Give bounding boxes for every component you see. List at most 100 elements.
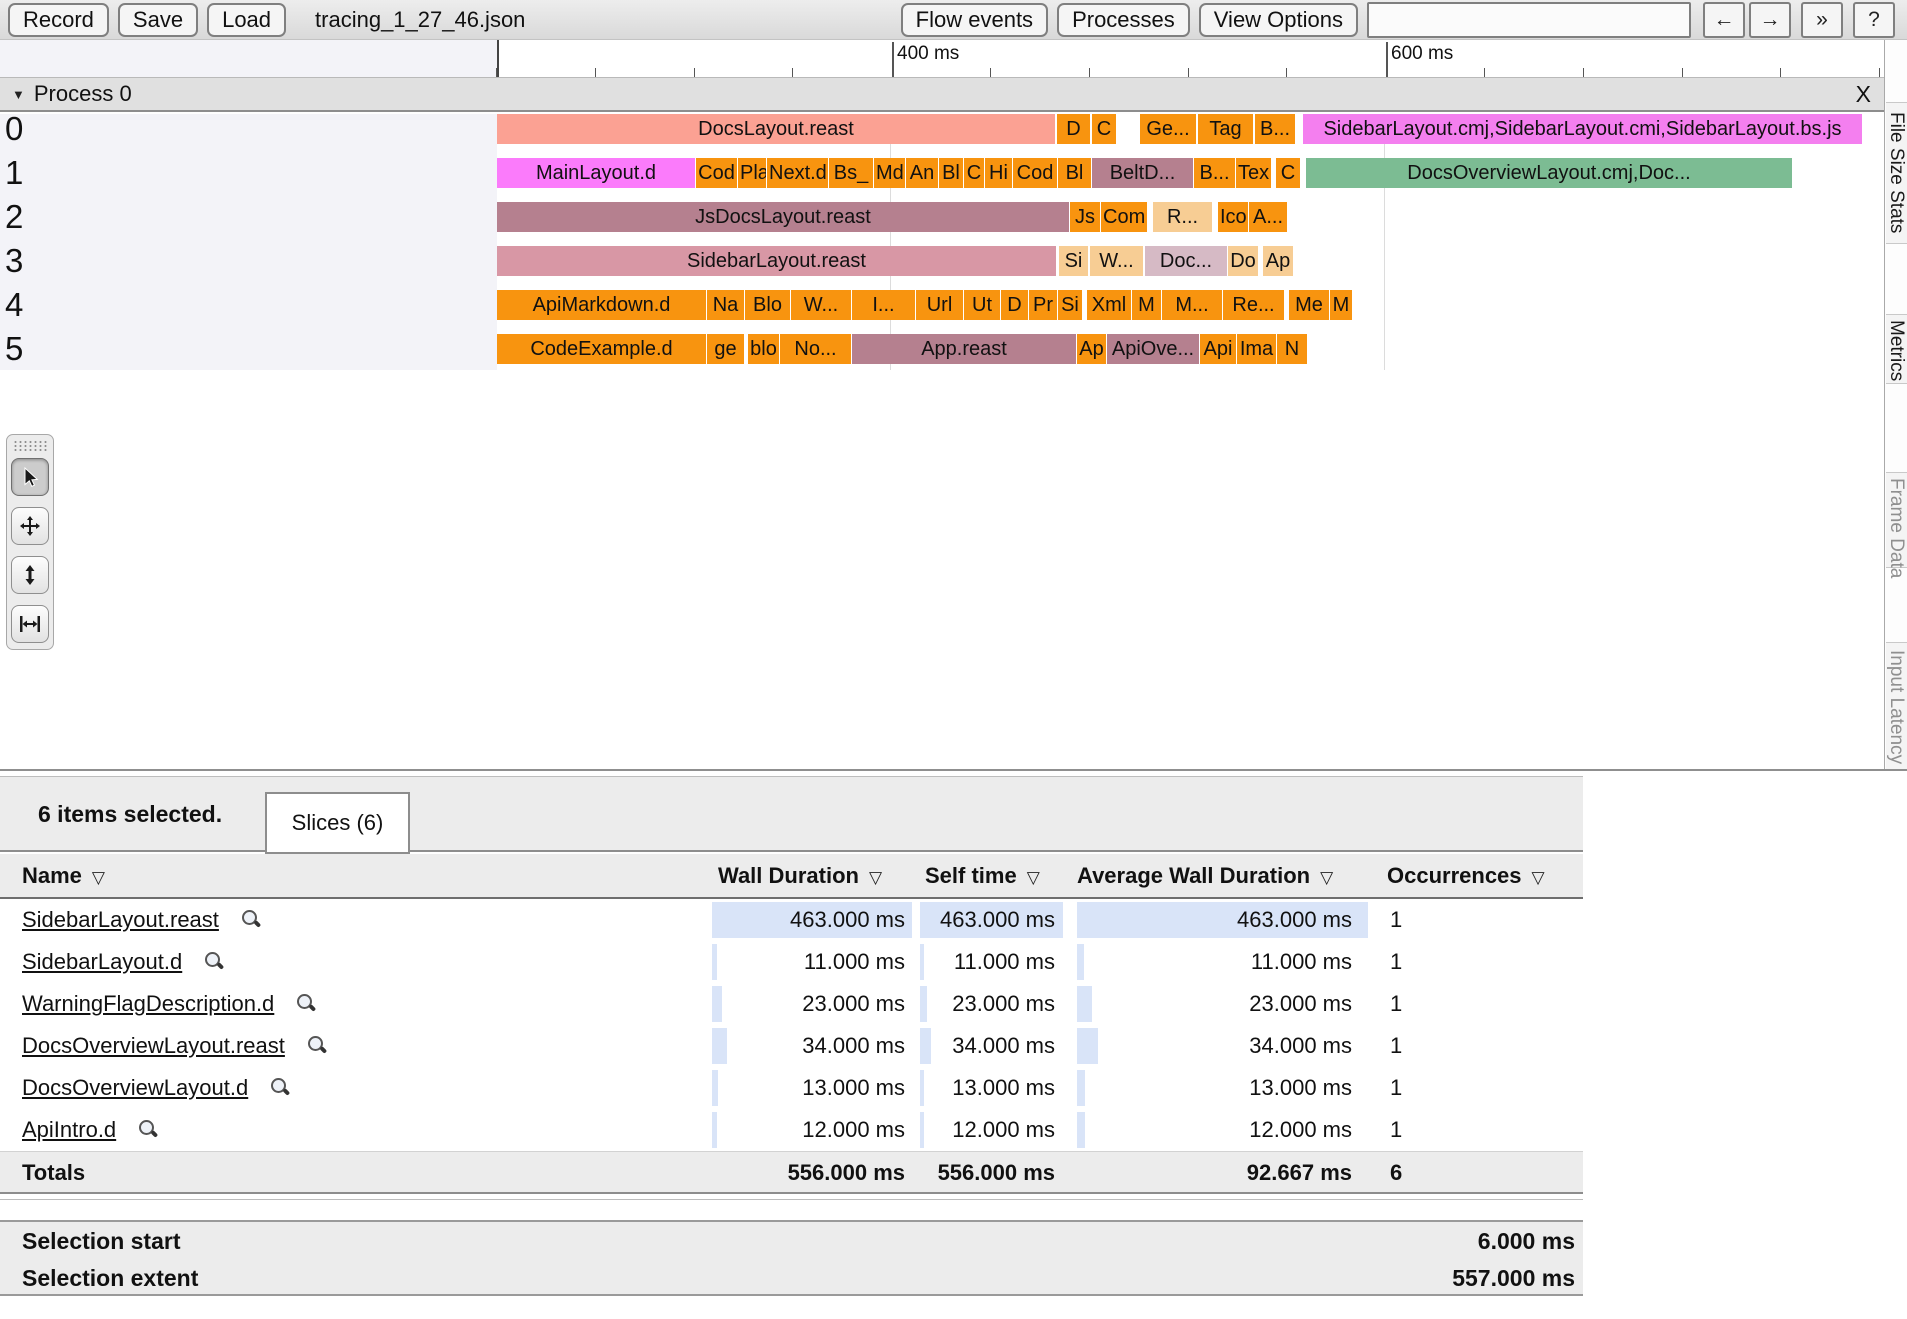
flame-slice[interactable]: Url <box>916 290 963 320</box>
flame-slice[interactable]: N <box>1277 334 1307 364</box>
column-header-name[interactable]: Name▽ <box>22 863 105 889</box>
flame-slice[interactable]: DocsOverviewLayout.cmj,Doc... <box>1306 158 1792 188</box>
flame-slice[interactable]: Pla <box>738 158 766 188</box>
slice-name-link[interactable]: DocsOverviewLayout.d <box>22 1075 290 1101</box>
flame-slice[interactable]: B... <box>1194 158 1235 188</box>
flame-slice[interactable]: Tag <box>1198 114 1253 144</box>
flame-slice[interactable]: C <box>964 158 984 188</box>
record-button[interactable]: Record <box>8 3 109 37</box>
magnifier-icon[interactable] <box>241 909 261 929</box>
flame-slice[interactable]: Bl <box>939 158 963 188</box>
flame-slice[interactable]: Si <box>1058 290 1082 320</box>
flame-slice[interactable]: blo <box>748 334 779 364</box>
flame-slice[interactable]: Me <box>1289 290 1329 320</box>
flame-slice[interactable]: M... <box>1162 290 1222 320</box>
flame-slice[interactable]: ge <box>707 334 744 364</box>
side-tab-frame-data[interactable]: Frame Data <box>1886 472 1907 568</box>
pan-tool-button[interactable] <box>11 507 49 545</box>
flame-slice[interactable]: Api <box>1200 334 1236 364</box>
flame-slice[interactable]: B... <box>1255 114 1295 144</box>
flame-slice[interactable]: ApiOve... <box>1107 334 1199 364</box>
processes-button[interactable]: Processes <box>1057 3 1190 37</box>
flow-events-button[interactable]: Flow events <box>901 3 1048 37</box>
flame-slice[interactable]: Md <box>874 158 905 188</box>
flame-slice[interactable]: Ico <box>1218 202 1248 232</box>
flame-slice[interactable]: D <box>1057 114 1090 144</box>
flame-slice[interactable]: MainLayout.d <box>497 158 695 188</box>
flame-slice[interactable]: An <box>906 158 938 188</box>
flame-slice[interactable]: Ap <box>1077 334 1106 364</box>
flame-slice[interactable]: Ge... <box>1140 114 1196 144</box>
find-next-button[interactable]: → <box>1749 2 1791 38</box>
flame-slice[interactable]: C <box>1092 114 1116 144</box>
side-tab-file-size-stats[interactable]: File Size Stats <box>1886 102 1907 244</box>
flame-slice[interactable]: JsDocsLayout.reast <box>497 202 1069 232</box>
column-header-occurrences[interactable]: Occurrences▽ <box>1387 863 1545 889</box>
flame-slice[interactable]: C <box>1276 158 1300 188</box>
view-options-button[interactable]: View Options <box>1199 3 1358 37</box>
flame-slice[interactable]: D <box>1001 290 1028 320</box>
flame-slice[interactable]: Do <box>1228 246 1258 276</box>
flame-slice[interactable]: Cod <box>1013 158 1057 188</box>
flame-slice[interactable]: W... <box>791 290 851 320</box>
flame-slice[interactable]: Tex <box>1236 158 1271 188</box>
flame-slice[interactable]: SidebarLayout.reast <box>497 246 1056 276</box>
find-previous-button[interactable]: ← <box>1703 2 1745 38</box>
column-header-average-wall-duration[interactable]: Average Wall Duration▽ <box>1077 863 1333 889</box>
column-header-wall-duration[interactable]: Wall Duration▽ <box>718 863 882 889</box>
flame-slice[interactable]: Bl <box>1058 158 1091 188</box>
flame-slice[interactable]: Si <box>1059 246 1088 276</box>
flame-slice[interactable]: Next.d <box>767 158 828 188</box>
flame-slice[interactable]: Re... <box>1223 290 1284 320</box>
timing-tool-button[interactable] <box>11 605 49 643</box>
process-close-button[interactable]: X <box>1850 80 1877 109</box>
flame-slice[interactable]: M <box>1330 290 1352 320</box>
flame-slice[interactable]: CodeExample.d <box>497 334 706 364</box>
search-input[interactable] <box>1367 2 1691 38</box>
flame-slice[interactable]: Blo <box>745 290 790 320</box>
magnifier-icon[interactable] <box>204 951 224 971</box>
save-button[interactable]: Save <box>118 3 198 37</box>
flame-slice[interactable]: A... <box>1249 202 1287 232</box>
flame-slice[interactable]: Hi <box>985 158 1012 188</box>
flame-slice[interactable]: Pr <box>1029 290 1057 320</box>
magnifier-icon[interactable] <box>270 1077 290 1097</box>
palette-grip-handle[interactable] <box>13 440 47 451</box>
flame-slice[interactable]: Com <box>1101 202 1147 232</box>
collapse-triangle-icon[interactable]: ▼ <box>12 87 25 102</box>
magnifier-icon[interactable] <box>138 1119 158 1139</box>
flame-slice[interactable]: W... <box>1090 246 1143 276</box>
magnifier-icon[interactable] <box>307 1035 327 1055</box>
flame-slice[interactable]: Cod <box>696 158 737 188</box>
flame-slice[interactable]: Ut <box>964 290 1000 320</box>
flame-slice[interactable]: DocsLayout.reast <box>497 114 1055 144</box>
flame-slice[interactable]: I... <box>852 290 915 320</box>
slice-name-link[interactable]: WarningFlagDescription.d <box>22 991 316 1017</box>
flame-slice[interactable]: Js <box>1070 202 1100 232</box>
flame-slice[interactable]: Ap <box>1263 246 1293 276</box>
selection-tool-button[interactable] <box>11 458 49 496</box>
slice-name-link[interactable]: SidebarLayout.d <box>22 949 224 975</box>
magnifier-icon[interactable] <box>296 993 316 1013</box>
flame-slice[interactable]: Bs_ <box>829 158 873 188</box>
flame-slice[interactable]: No... <box>780 334 851 364</box>
flame-slice[interactable]: M <box>1132 290 1161 320</box>
slice-name-link[interactable]: ApiIntro.d <box>22 1117 158 1143</box>
zoom-tool-button[interactable] <box>11 556 49 594</box>
side-tab-input-latency[interactable]: Input Latency <box>1886 642 1907 769</box>
flame-slice[interactable]: Na <box>707 290 744 320</box>
slice-name-link[interactable]: DocsOverviewLayout.reast <box>22 1033 327 1059</box>
flame-slice[interactable]: App.reast <box>852 334 1076 364</box>
more-options-button[interactable]: » <box>1801 2 1843 38</box>
tab-slices[interactable]: Slices (6) <box>265 792 410 854</box>
slice-name-link[interactable]: SidebarLayout.reast <box>22 907 261 933</box>
flame-slice[interactable]: Doc... <box>1145 246 1227 276</box>
flame-slice[interactable]: R... <box>1153 202 1212 232</box>
side-tab-metrics[interactable]: Metrics <box>1886 314 1907 384</box>
load-button[interactable]: Load <box>207 3 286 37</box>
flame-slice[interactable]: BeltD... <box>1092 158 1193 188</box>
column-header-self-time[interactable]: Self time▽ <box>925 863 1040 889</box>
flame-slice[interactable]: ApiMarkdown.d <box>497 290 706 320</box>
flame-slice[interactable]: Ima <box>1237 334 1276 364</box>
flame-slice[interactable]: Xml <box>1087 290 1131 320</box>
